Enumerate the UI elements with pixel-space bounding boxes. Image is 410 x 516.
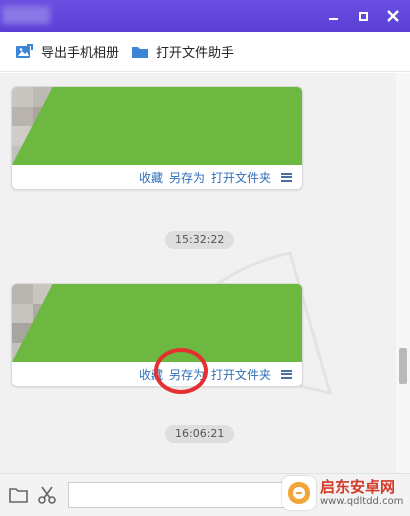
chat-area[interactable]: 4 收藏 另存为 打开文件夹 15:32:22 43 收藏 另存为 打开文件夹 … bbox=[0, 73, 396, 473]
folder-icon bbox=[132, 46, 149, 58]
file-icon[interactable] bbox=[9, 486, 29, 504]
brand-name: 启东安卓网 bbox=[320, 478, 396, 496]
save-as-link[interactable]: 另存为 bbox=[169, 169, 205, 186]
message-input[interactable] bbox=[68, 482, 308, 508]
timestamp: 16:06:21 bbox=[165, 425, 235, 443]
timestamp: 15:32:22 bbox=[165, 231, 235, 249]
brand-logo-icon bbox=[282, 476, 316, 510]
image-thumbnail[interactable]: 43 bbox=[12, 284, 302, 362]
brand-watermark: 启东安卓网 www.qdltdd.com bbox=[282, 470, 410, 516]
open-file-helper-button[interactable]: 打开文件助手 bbox=[131, 42, 234, 61]
maximize-button[interactable] bbox=[354, 7, 372, 25]
window-controls bbox=[324, 7, 402, 25]
image-count-badge: 43 bbox=[12, 284, 302, 362]
open-folder-link[interactable]: 打开文件夹 bbox=[211, 366, 271, 383]
menu-icon[interactable] bbox=[281, 172, 292, 182]
highlight-circle bbox=[154, 348, 208, 394]
export-album-icon bbox=[16, 43, 33, 58]
close-button[interactable] bbox=[384, 7, 402, 25]
toolbar: 导出手机相册 打开文件助手 bbox=[0, 32, 410, 72]
minimize-button[interactable] bbox=[324, 7, 342, 25]
export-album-label: 导出手机相册 bbox=[41, 46, 120, 61]
scrollbar-thumb[interactable] bbox=[399, 348, 407, 384]
open-folder-link[interactable]: 打开文件夹 bbox=[211, 169, 271, 186]
export-album-button[interactable]: 导出手机相册 bbox=[14, 42, 119, 61]
brand-url: www.qdltdd.com bbox=[320, 496, 404, 507]
title-bar bbox=[0, 0, 410, 32]
image-thumbnail[interactable]: 4 bbox=[12, 87, 302, 165]
message-actions: 收藏 另存为 打开文件夹 bbox=[12, 165, 302, 189]
image-count-badge: 4 bbox=[12, 87, 302, 165]
image-message-card[interactable]: 4 收藏 另存为 打开文件夹 bbox=[11, 86, 303, 190]
scissors-icon[interactable] bbox=[38, 486, 56, 504]
close-icon bbox=[387, 10, 399, 22]
scrollbar[interactable] bbox=[396, 73, 410, 473]
favorite-link[interactable]: 收藏 bbox=[139, 169, 163, 186]
open-file-helper-label: 打开文件助手 bbox=[156, 46, 235, 61]
menu-icon[interactable] bbox=[281, 369, 292, 379]
blurred-avatar bbox=[2, 6, 50, 24]
